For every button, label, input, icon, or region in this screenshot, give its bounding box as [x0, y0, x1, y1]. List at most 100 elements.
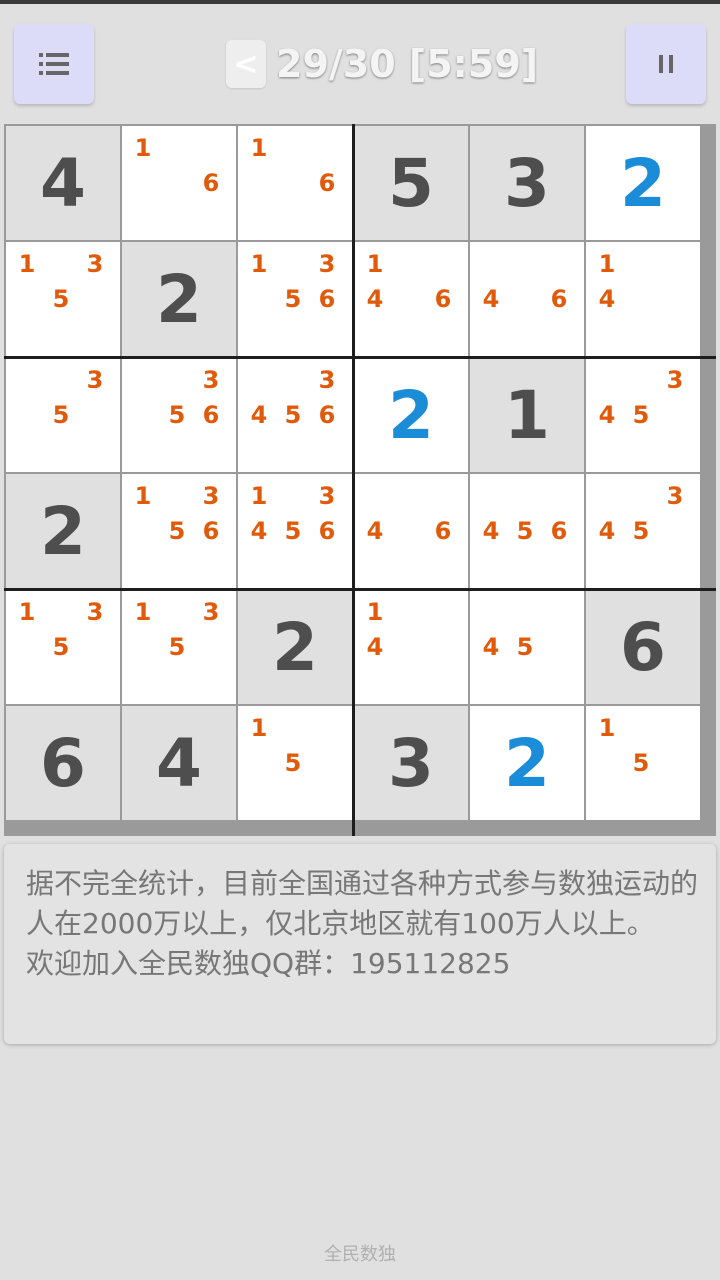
pencil-note: 5 [632, 401, 650, 429]
pencil-note: 3 [202, 598, 220, 626]
sudoku-cell-r2c4[interactable]: 1 4 6 [354, 242, 468, 356]
sudoku-cell-r6c2[interactable]: 4 [122, 706, 236, 820]
pencil-note: 4 [482, 285, 500, 313]
footer-app-name: 全民数独 [324, 1244, 396, 1265]
sudoku-cell-r6c4[interactable]: 3 [354, 706, 468, 820]
pencil-note: 1 [366, 598, 384, 626]
sudoku-cell-r2c6[interactable]: 14 [586, 242, 700, 356]
pencil-note: 6 [318, 169, 336, 197]
sudoku-cell-r2c1[interactable]: 1 35 [6, 242, 120, 356]
header: < 29/30 [5:59] [226, 38, 538, 90]
sudoku-cell-r6c1[interactable]: 6 [6, 706, 120, 820]
pencil-note: 5 [52, 633, 70, 661]
pencil-note: 4 [598, 285, 616, 313]
sudoku-cell-r1c4[interactable]: 5 [354, 126, 468, 240]
pencil-note: 6 [202, 517, 220, 545]
pencil-note: 4 [250, 401, 268, 429]
pencil-note: 4 [482, 633, 500, 661]
pencil-note: 1 [598, 714, 616, 742]
sudoku-cell-r3c4[interactable]: 2 [354, 358, 468, 472]
sudoku-cell-r5c2[interactable]: 1 35 [122, 590, 236, 704]
sudoku-board: 4161653213521356146461435356345621345213… [4, 124, 716, 836]
pencil-note: 6 [318, 517, 336, 545]
sudoku-cell-r5c6[interactable]: 6 [586, 590, 700, 704]
sudoku-cell-r2c2[interactable]: 2 [122, 242, 236, 356]
pencil-note: 6 [434, 517, 452, 545]
entered-digit: 2 [504, 724, 550, 802]
entered-digit: 2 [620, 144, 666, 222]
given-digit: 3 [504, 144, 550, 222]
info-panel: 据不完全统计，目前全国通过各种方式参与数独运动的人在2000万以上，仅北京地区就… [4, 844, 716, 1044]
sudoku-cell-r1c1[interactable]: 4 [6, 126, 120, 240]
sudoku-cell-r2c5[interactable]: 46 [470, 242, 584, 356]
menu-button[interactable] [14, 24, 94, 104]
pencil-note: 5 [632, 517, 650, 545]
given-digit: 2 [156, 260, 202, 338]
sudoku-cell-r4c2[interactable]: 1 356 [122, 474, 236, 588]
pencil-note: 3 [202, 482, 220, 510]
sudoku-cell-r5c3[interactable]: 2 [238, 590, 352, 704]
sudoku-cell-r4c4[interactable]: 46 [354, 474, 468, 588]
pencil-note: 3 [86, 598, 104, 626]
info-statistics-text: 据不完全统计，目前全国通过各种方式参与数独运动的人在2000万以上，仅北京地区就… [26, 867, 699, 940]
pencil-note: 5 [516, 633, 534, 661]
pencil-note: 3 [318, 250, 336, 278]
pencil-note: 4 [366, 285, 384, 313]
sudoku-cell-r5c5[interactable]: 45 [470, 590, 584, 704]
sudoku-cell-r1c2[interactable]: 16 [122, 126, 236, 240]
pencil-note: 1 [18, 598, 36, 626]
pencil-note: 4 [598, 401, 616, 429]
given-digit: 6 [620, 608, 666, 686]
sudoku-cell-r3c2[interactable]: 356 [122, 358, 236, 472]
sudoku-cell-r2c3[interactable]: 1 356 [238, 242, 352, 356]
pause-button[interactable] [626, 24, 706, 104]
pencil-note: 3 [86, 250, 104, 278]
given-digit: 2 [40, 492, 86, 570]
sudoku-cell-r4c5[interactable]: 456 [470, 474, 584, 588]
sudoku-cell-r3c1[interactable]: 35 [6, 358, 120, 472]
pencil-note: 6 [318, 285, 336, 313]
sudoku-cell-r6c5[interactable]: 2 [470, 706, 584, 820]
box-divider-horizontal [4, 588, 716, 591]
sudoku-cell-r1c3[interactable]: 16 [238, 126, 352, 240]
pencil-note: 1 [134, 134, 152, 162]
pencil-note: 1 [250, 250, 268, 278]
pencil-note: 3 [202, 366, 220, 394]
given-digit: 5 [388, 144, 434, 222]
pause-icon [659, 55, 673, 73]
sudoku-cell-r3c3[interactable]: 3 456 [238, 358, 352, 472]
given-digit: 1 [504, 376, 550, 454]
pencil-note: 6 [550, 517, 568, 545]
sudoku-cell-r3c6[interactable]: 3 45 [586, 358, 700, 472]
sudoku-cell-r6c3[interactable]: 15 [238, 706, 352, 820]
pencil-note: 5 [284, 401, 302, 429]
pencil-note: 4 [366, 517, 384, 545]
pencil-note: 3 [666, 482, 684, 510]
back-button[interactable]: < [226, 40, 266, 88]
sudoku-cell-r4c1[interactable]: 2 [6, 474, 120, 588]
puzzle-progress-timer: 29/30 [5:59] [276, 42, 539, 86]
pencil-note: 6 [318, 401, 336, 429]
pencil-note: 4 [366, 633, 384, 661]
pencil-note: 6 [202, 401, 220, 429]
pencil-note: 4 [250, 517, 268, 545]
sudoku-cell-r5c1[interactable]: 1 35 [6, 590, 120, 704]
sudoku-cell-r6c6[interactable]: 15 [586, 706, 700, 820]
sudoku-cell-r5c4[interactable]: 14 [354, 590, 468, 704]
given-digit: 3 [388, 724, 434, 802]
pencil-note: 6 [550, 285, 568, 313]
sudoku-cell-r1c6[interactable]: 2 [586, 126, 700, 240]
pencil-note: 5 [284, 749, 302, 777]
sudoku-cell-r1c5[interactable]: 3 [470, 126, 584, 240]
pencil-note: 1 [134, 598, 152, 626]
list-menu-icon [39, 53, 69, 75]
pencil-note: 4 [482, 517, 500, 545]
pencil-note: 3 [666, 366, 684, 394]
pencil-note: 1 [134, 482, 152, 510]
pencil-note: 5 [52, 285, 70, 313]
given-digit: 4 [156, 724, 202, 802]
sudoku-cell-r3c5[interactable]: 1 [470, 358, 584, 472]
pencil-note: 5 [284, 517, 302, 545]
sudoku-cell-r4c3[interactable]: 1 3 456 [238, 474, 352, 588]
sudoku-cell-r4c6[interactable]: 3 45 [586, 474, 700, 588]
